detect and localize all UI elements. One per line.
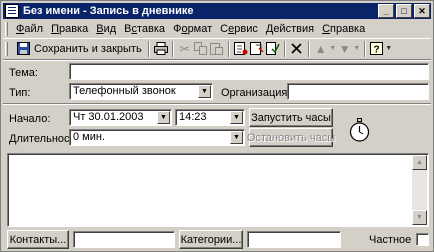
start-date-select[interactable]: Чт 30.01.2003 ▼ xyxy=(69,109,172,126)
start-date-value: Чт 30.01.2003 xyxy=(73,111,144,123)
stopwatch-icon xyxy=(349,118,370,142)
toolbar-separator xyxy=(147,40,150,57)
toolbar-grip[interactable] xyxy=(5,41,8,56)
standard-toolbar: Сохранить и закрыть ✂ ▲ ▼ ▼ ▼ ? ▼ xyxy=(3,38,431,58)
title-bar[interactable]: Без имени - Запись в дневнике _ □ ✕ xyxy=(3,3,431,19)
type-value: Телефонный звонок xyxy=(73,85,176,97)
menu-help[interactable]: Справка xyxy=(318,23,369,35)
private-label: Частное xyxy=(369,234,412,246)
scroll-up-icon[interactable]: ▲ xyxy=(412,155,427,170)
chevron-down-icon[interactable]: ▼ xyxy=(157,111,170,124)
save-and-close-label: Сохранить и закрыть xyxy=(34,42,142,55)
previous-dropdown-icon[interactable]: ▼ xyxy=(329,41,337,57)
chevron-down-icon[interactable]: ▼ xyxy=(198,85,211,98)
save-icon xyxy=(15,41,31,57)
previous-icon[interactable]: ▲ xyxy=(313,41,329,57)
type-label: Тип: xyxy=(9,87,31,99)
toolbar-separator xyxy=(363,40,366,57)
close-button[interactable]: ✕ xyxy=(414,4,430,18)
print-icon[interactable] xyxy=(153,41,169,57)
svg-text:?: ? xyxy=(373,44,379,55)
minimize-button[interactable]: _ xyxy=(378,4,394,18)
toolbar-separator xyxy=(307,40,310,57)
toolbar-separator xyxy=(171,40,174,57)
organization-input[interactable] xyxy=(287,83,429,100)
organization-label: Организация: xyxy=(221,87,291,99)
menu-edit[interactable]: Правка xyxy=(47,23,92,35)
contacts-button[interactable]: Контакты... xyxy=(7,230,69,249)
toolbar-separator xyxy=(283,40,286,57)
window-title: Без имени - Запись в дневнике xyxy=(23,5,194,17)
menu-grip[interactable] xyxy=(5,21,8,36)
copy-icon[interactable] xyxy=(193,41,209,57)
next-icon[interactable]: ▼ xyxy=(337,41,353,57)
categories-input[interactable] xyxy=(247,231,341,248)
chevron-down-icon[interactable]: ▼ xyxy=(230,131,243,144)
menu-insert[interactable]: Вставка xyxy=(120,23,169,35)
attach-icon[interactable] xyxy=(249,41,265,57)
paste-icon[interactable] xyxy=(209,41,225,57)
journal-icon xyxy=(5,4,19,18)
cut-icon[interactable]: ✂ xyxy=(177,41,193,57)
chevron-down-icon[interactable]: ▼ xyxy=(230,111,243,124)
duration-select[interactable]: 0 мин. ▼ xyxy=(69,129,245,146)
delete-icon[interactable] xyxy=(289,41,305,57)
private-checkbox[interactable] xyxy=(416,233,429,246)
scroll-down-icon[interactable]: ▼ xyxy=(412,210,427,225)
section-divider xyxy=(3,103,431,105)
toolbar-separator xyxy=(227,40,230,57)
toolbar-options-icon[interactable]: ▼ xyxy=(385,41,393,57)
contacts-input[interactable] xyxy=(73,231,175,248)
journal-entry-window: Без имени - Запись в дневнике _ □ ✕ Файл… xyxy=(0,0,434,252)
start-time-value: 14:23 xyxy=(179,111,207,123)
help-icon[interactable]: ? xyxy=(369,41,385,57)
menu-format[interactable]: Формат xyxy=(169,23,216,35)
subject-label: Тема: xyxy=(9,67,38,79)
type-select[interactable]: Телефонный звонок ▼ xyxy=(69,83,213,100)
menu-file[interactable]: Файл xyxy=(12,23,47,35)
stop-timer-button[interactable]: Остановить часы xyxy=(247,128,335,147)
notes-textarea[interactable]: ▲ ▼ xyxy=(7,153,429,227)
check-names-icon[interactable] xyxy=(265,41,281,57)
toolbar-divider xyxy=(3,59,431,61)
categories-button[interactable]: Категории... xyxy=(179,230,243,249)
save-and-close-button[interactable]: Сохранить и закрыть xyxy=(12,40,145,58)
menu-actions[interactable]: Действия xyxy=(262,23,318,35)
notes-scrollbar[interactable]: ▲ ▼ xyxy=(412,155,427,225)
start-timer-button[interactable]: Запустить часы xyxy=(249,108,333,127)
menu-view[interactable]: Вид xyxy=(92,23,120,35)
start-time-select[interactable]: 14:23 ▼ xyxy=(175,109,245,126)
duration-value: 0 мин. xyxy=(73,131,106,143)
subject-input[interactable] xyxy=(69,63,429,80)
menu-bar: Файл Правка Вид Вставка Формат Сервис Де… xyxy=(3,20,431,37)
menu-tools[interactable]: Сервис xyxy=(216,23,262,35)
start-label: Начало: xyxy=(9,113,51,125)
next-dropdown-icon[interactable]: ▼ xyxy=(353,41,361,57)
insert-file-icon[interactable] xyxy=(233,41,249,57)
maximize-button[interactable]: □ xyxy=(396,4,412,18)
